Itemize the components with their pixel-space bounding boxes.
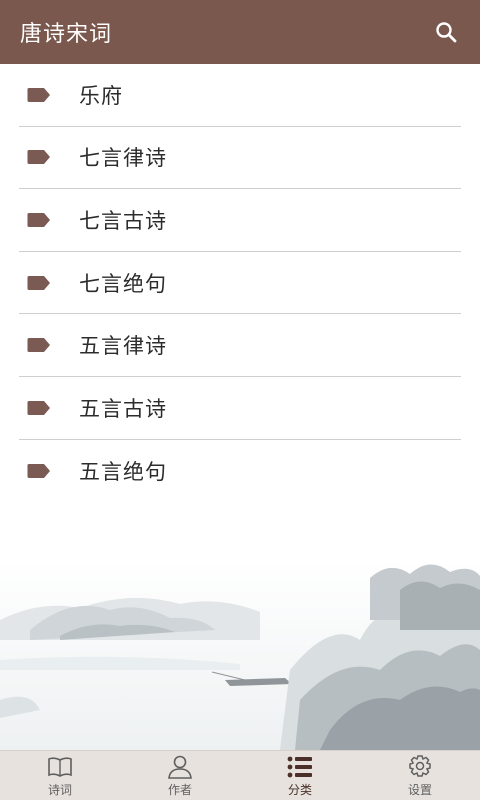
tag-icon xyxy=(27,212,50,227)
category-label: 五言古诗 xyxy=(79,396,167,421)
book-icon xyxy=(48,756,72,777)
list-icon xyxy=(287,756,312,777)
app-bar: 唐诗宋词 xyxy=(0,0,480,64)
tab-settings[interactable]: 设置 xyxy=(360,751,480,800)
category-list: 乐府 七言律诗 七言古诗 七言绝句 五言律诗 五言古诗 五言绝句 xyxy=(0,64,480,502)
category-item[interactable]: 七言律诗 xyxy=(19,127,461,190)
category-item[interactable]: 七言绝句 xyxy=(19,252,461,315)
category-label: 七言绝句 xyxy=(79,271,167,296)
tag-icon xyxy=(27,150,50,165)
category-label: 七言古诗 xyxy=(79,208,167,233)
gear-icon xyxy=(409,754,431,777)
tab-label: 分类 xyxy=(287,782,312,797)
tag-icon xyxy=(27,87,50,102)
category-item[interactable]: 五言律诗 xyxy=(19,314,461,377)
category-item[interactable]: 五言绝句 xyxy=(19,440,461,503)
tag-icon xyxy=(27,463,50,478)
tag-icon xyxy=(27,338,50,353)
search-button[interactable] xyxy=(430,16,462,48)
tab-label: 设置 xyxy=(407,782,432,797)
bottom-tab-bar: 诗词 作者 分类 设置 xyxy=(0,750,480,800)
category-item[interactable]: 五言古诗 xyxy=(19,377,461,440)
category-label: 五言律诗 xyxy=(79,334,167,359)
tab-authors[interactable]: 作者 xyxy=(120,751,240,800)
tab-label: 作者 xyxy=(167,782,192,797)
category-item[interactable]: 乐府 xyxy=(19,64,461,127)
tab-poems[interactable]: 诗词 xyxy=(0,751,120,800)
category-content: 乐府 七言律诗 七言古诗 七言绝句 五言律诗 五言古诗 五言绝句 xyxy=(0,64,480,750)
tag-icon xyxy=(27,400,50,415)
category-label: 七言律诗 xyxy=(79,146,167,171)
person-icon xyxy=(168,755,192,779)
category-label: 乐府 xyxy=(79,83,123,108)
search-icon xyxy=(436,22,457,43)
app-title: 唐诗宋词 xyxy=(20,22,113,47)
tag-icon xyxy=(27,275,50,290)
category-item[interactable]: 七言古诗 xyxy=(19,189,461,252)
category-label: 五言绝句 xyxy=(79,459,167,484)
tab-label: 诗词 xyxy=(47,782,72,797)
tab-categories[interactable]: 分类 xyxy=(240,751,360,800)
landscape-background xyxy=(0,560,480,750)
